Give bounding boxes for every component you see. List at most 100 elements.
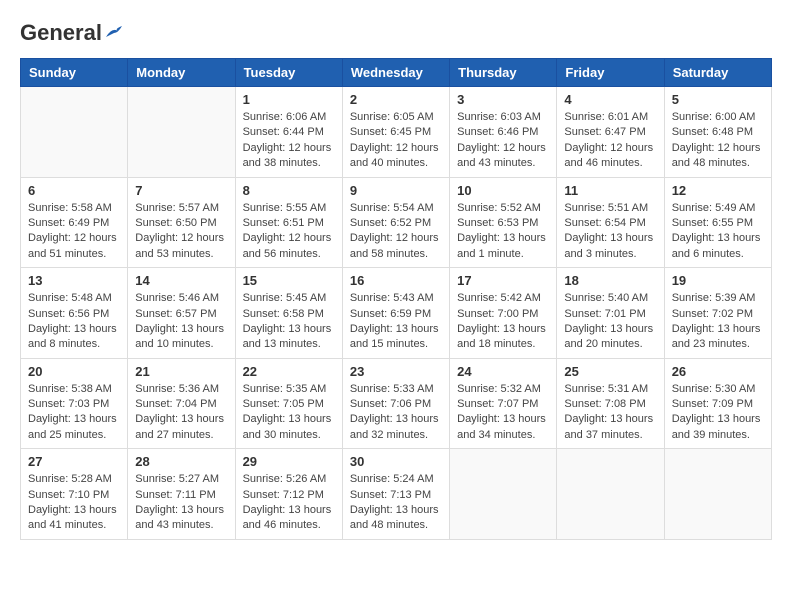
day-number: 6: [28, 183, 120, 198]
day-info: Sunrise: 5:57 AM Sunset: 6:50 PM Dayligh…: [135, 201, 227, 263]
day-number: 12: [672, 183, 764, 198]
day-info: Sunrise: 5:24 AM Sunset: 7:13 PM Dayligh…: [350, 472, 442, 534]
day-number: 30: [350, 454, 442, 469]
calendar-cell: [557, 449, 664, 540]
day-number: 21: [135, 364, 227, 379]
calendar-header-row: SundayMondayTuesdayWednesdayThursdayFrid…: [21, 59, 772, 87]
calendar-cell: 13 Sunrise: 5:48 AM Sunset: 6:56 PM Dayli…: [21, 268, 128, 359]
weekday-header-thursday: Thursday: [450, 59, 557, 87]
calendar-cell: 8 Sunrise: 5:55 AM Sunset: 6:51 PM Daylig…: [235, 177, 342, 268]
calendar-week-row: 27Sunrise: 5:28 AM Sunset: 7:10 PM Dayli…: [21, 449, 772, 540]
day-number: 16: [350, 273, 442, 288]
logo-general: General: [20, 20, 102, 46]
weekday-header-monday: Monday: [128, 59, 235, 87]
day-number: 20: [28, 364, 120, 379]
day-info: Sunrise: 5:55 AM Sunset: 6:51 PM Dayligh…: [243, 201, 335, 263]
day-info: Sunrise: 5:33 AM Sunset: 7:06 PM Dayligh…: [350, 382, 442, 444]
day-info: Sunrise: 5:36 AM Sunset: 7:04 PM Dayligh…: [135, 382, 227, 444]
logo-bird-icon: [104, 25, 126, 41]
day-number: 4: [564, 92, 656, 107]
calendar-cell: 21 Sunrise: 5:36 AM Sunset: 7:04 PM Dayli…: [128, 358, 235, 449]
calendar-week-row: 20 Sunrise: 5:38 AM Sunset: 7:03 PM Dayli…: [21, 358, 772, 449]
day-number: 1: [243, 92, 335, 107]
calendar-cell: 30 Sunrise: 5:24 AM Sunset: 7:13 PM Dayli…: [342, 449, 449, 540]
day-number: 17: [457, 273, 549, 288]
calendar-week-row: 6Sunrise: 5:58 AM Sunset: 6:49 PM Daylig…: [21, 177, 772, 268]
day-info: Sunrise: 5:54 AM Sunset: 6:52 PM Dayligh…: [350, 201, 442, 263]
calendar-cell: 23 Sunrise: 5:33 AM Sunset: 7:06 PM Dayli…: [342, 358, 449, 449]
weekday-header-friday: Friday: [557, 59, 664, 87]
day-info: Sunrise: 5:38 AM Sunset: 7:03 PM Dayligh…: [28, 382, 120, 444]
calendar-cell: 2 Sunrise: 6:05 AM Sunset: 6:45 PM Daylig…: [342, 87, 449, 178]
calendar-cell: 18 Sunrise: 5:40 AM Sunset: 7:01 PM Dayli…: [557, 268, 664, 359]
day-number: 19: [672, 273, 764, 288]
calendar-cell: 12Sunrise: 5:49 AM Sunset: 6:55 PM Dayli…: [664, 177, 771, 268]
calendar-cell: 26Sunrise: 5:30 AM Sunset: 7:09 PM Dayli…: [664, 358, 771, 449]
day-info: Sunrise: 5:27 AM Sunset: 7:11 PM Dayligh…: [135, 472, 227, 534]
day-info: Sunrise: 5:52 AM Sunset: 6:53 PM Dayligh…: [457, 201, 549, 263]
day-number: 7: [135, 183, 227, 198]
calendar-week-row: 1 Sunrise: 6:06 AM Sunset: 6:44 PM Daylig…: [21, 87, 772, 178]
day-info: Sunrise: 5:35 AM Sunset: 7:05 PM Dayligh…: [243, 382, 335, 444]
calendar-cell: 19 Sunrise: 5:39 AM Sunset: 7:02 PM Dayli…: [664, 268, 771, 359]
calendar-cell: 1 Sunrise: 6:06 AM Sunset: 6:44 PM Daylig…: [235, 87, 342, 178]
day-number: 28: [135, 454, 227, 469]
day-info: Sunrise: 6:06 AM Sunset: 6:44 PM Dayligh…: [243, 110, 335, 172]
day-number: 9: [350, 183, 442, 198]
day-number: 24: [457, 364, 549, 379]
day-number: 23: [350, 364, 442, 379]
day-number: 15: [243, 273, 335, 288]
day-info: Sunrise: 6:01 AM Sunset: 6:47 PM Dayligh…: [564, 110, 656, 172]
day-info: Sunrise: 5:45 AM Sunset: 6:58 PM Dayligh…: [243, 291, 335, 353]
logo: General: [20, 20, 126, 42]
day-info: Sunrise: 5:48 AM Sunset: 6:56 PM Dayligh…: [28, 291, 120, 353]
day-info: Sunrise: 5:28 AM Sunset: 7:10 PM Dayligh…: [28, 472, 120, 534]
weekday-header-wednesday: Wednesday: [342, 59, 449, 87]
calendar-cell: 15 Sunrise: 5:45 AM Sunset: 6:58 PM Dayli…: [235, 268, 342, 359]
calendar-cell: 28 Sunrise: 5:27 AM Sunset: 7:11 PM Dayli…: [128, 449, 235, 540]
day-info: Sunrise: 5:39 AM Sunset: 7:02 PM Dayligh…: [672, 291, 764, 353]
calendar-cell: 25 Sunrise: 5:31 AM Sunset: 7:08 PM Dayli…: [557, 358, 664, 449]
day-number: 18: [564, 273, 656, 288]
calendar-cell: 17Sunrise: 5:42 AM Sunset: 7:00 PM Dayli…: [450, 268, 557, 359]
calendar-cell: 11 Sunrise: 5:51 AM Sunset: 6:54 PM Dayli…: [557, 177, 664, 268]
calendar-cell: 3Sunrise: 6:03 AM Sunset: 6:46 PM Daylig…: [450, 87, 557, 178]
day-info: Sunrise: 5:40 AM Sunset: 7:01 PM Dayligh…: [564, 291, 656, 353]
calendar-cell: 7 Sunrise: 5:57 AM Sunset: 6:50 PM Daylig…: [128, 177, 235, 268]
calendar-cell: 16 Sunrise: 5:43 AM Sunset: 6:59 PM Dayli…: [342, 268, 449, 359]
day-number: 25: [564, 364, 656, 379]
page-header: General: [20, 20, 772, 42]
calendar-table: SundayMondayTuesdayWednesdayThursdayFrid…: [20, 58, 772, 540]
day-info: Sunrise: 6:03 AM Sunset: 6:46 PM Dayligh…: [457, 110, 549, 172]
day-info: Sunrise: 5:32 AM Sunset: 7:07 PM Dayligh…: [457, 382, 549, 444]
day-number: 14: [135, 273, 227, 288]
calendar-cell: [21, 87, 128, 178]
calendar-week-row: 13 Sunrise: 5:48 AM Sunset: 6:56 PM Dayli…: [21, 268, 772, 359]
calendar-cell: 9 Sunrise: 5:54 AM Sunset: 6:52 PM Daylig…: [342, 177, 449, 268]
calendar-cell: 14Sunrise: 5:46 AM Sunset: 6:57 PM Dayli…: [128, 268, 235, 359]
day-info: Sunrise: 5:31 AM Sunset: 7:08 PM Dayligh…: [564, 382, 656, 444]
calendar-cell: [664, 449, 771, 540]
day-number: 5: [672, 92, 764, 107]
day-number: 11: [564, 183, 656, 198]
day-info: Sunrise: 5:51 AM Sunset: 6:54 PM Dayligh…: [564, 201, 656, 263]
calendar-cell: 27Sunrise: 5:28 AM Sunset: 7:10 PM Dayli…: [21, 449, 128, 540]
day-number: 8: [243, 183, 335, 198]
calendar-cell: 22 Sunrise: 5:35 AM Sunset: 7:05 PM Dayli…: [235, 358, 342, 449]
calendar-cell: 4 Sunrise: 6:01 AM Sunset: 6:47 PM Daylig…: [557, 87, 664, 178]
calendar-cell: 29Sunrise: 5:26 AM Sunset: 7:12 PM Dayli…: [235, 449, 342, 540]
calendar-cell: [450, 449, 557, 540]
day-info: Sunrise: 6:05 AM Sunset: 6:45 PM Dayligh…: [350, 110, 442, 172]
day-info: Sunrise: 6:00 AM Sunset: 6:48 PM Dayligh…: [672, 110, 764, 172]
weekday-header-tuesday: Tuesday: [235, 59, 342, 87]
calendar-cell: 5 Sunrise: 6:00 AM Sunset: 6:48 PM Daylig…: [664, 87, 771, 178]
weekday-header-saturday: Saturday: [664, 59, 771, 87]
calendar-cell: [128, 87, 235, 178]
day-number: 22: [243, 364, 335, 379]
calendar-cell: 24 Sunrise: 5:32 AM Sunset: 7:07 PM Dayli…: [450, 358, 557, 449]
day-info: Sunrise: 5:43 AM Sunset: 6:59 PM Dayligh…: [350, 291, 442, 353]
day-number: 29: [243, 454, 335, 469]
day-number: 13: [28, 273, 120, 288]
day-number: 2: [350, 92, 442, 107]
day-info: Sunrise: 5:30 AM Sunset: 7:09 PM Dayligh…: [672, 382, 764, 444]
